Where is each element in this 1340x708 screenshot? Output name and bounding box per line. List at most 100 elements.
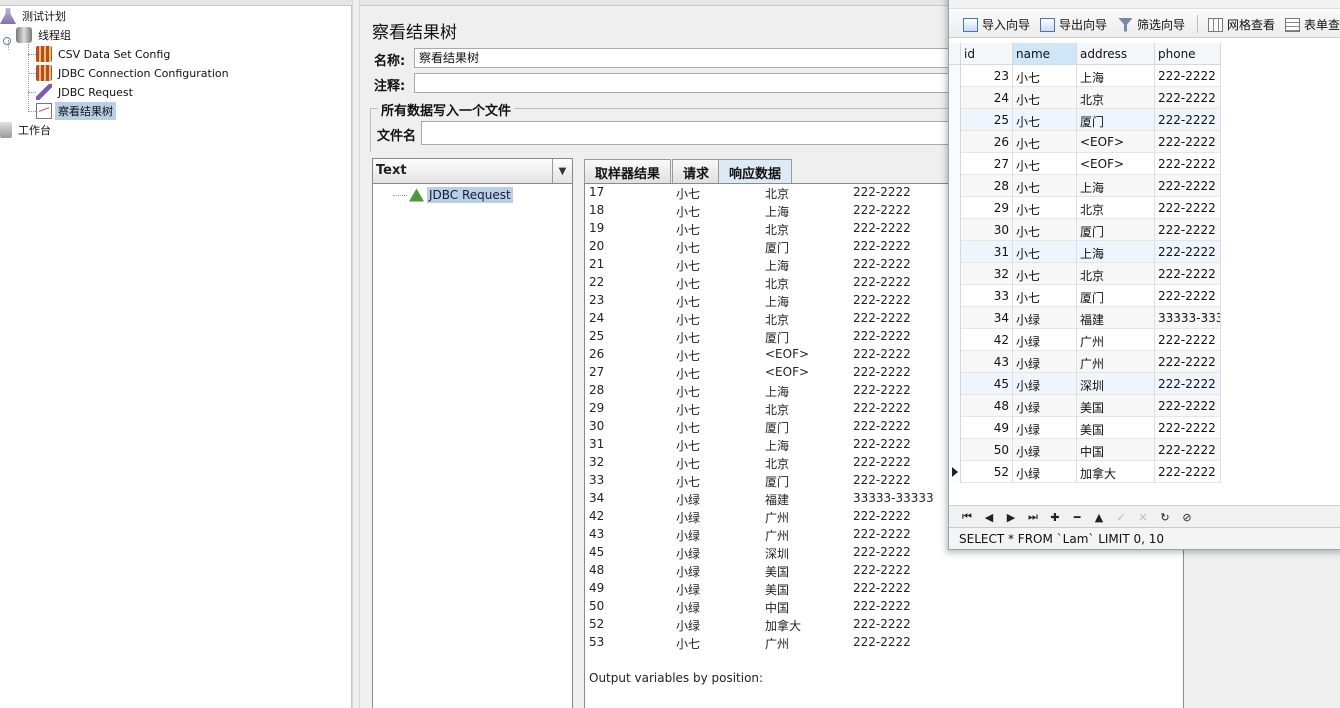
table-row[interactable]: 45 小绿 深圳 222-2222 bbox=[949, 373, 1221, 395]
cell-id[interactable]: 28 bbox=[961, 175, 1013, 197]
table-row[interactable]: 27 小七 <EOF> 222-2222 bbox=[949, 153, 1221, 175]
test-plan-tree[interactable]: 测试计划 线程组 CSV Data Set Config JDBC Connec… bbox=[0, 0, 352, 708]
apply-button[interactable]: ✓ bbox=[1113, 509, 1129, 525]
cell-phone[interactable]: 222-2222 bbox=[1155, 417, 1221, 439]
export-wizard-button[interactable]: 导出向导 bbox=[1040, 16, 1107, 33]
cell-id[interactable]: 49 bbox=[961, 417, 1013, 439]
cell-name[interactable]: 小绿 bbox=[1013, 461, 1077, 483]
table-row[interactable]: 49 小绿 美国 222-2222 bbox=[949, 417, 1221, 439]
cell-name[interactable]: 小七 bbox=[1013, 219, 1077, 241]
table-row[interactable]: 52 小绿 加拿大 222-2222 bbox=[949, 461, 1221, 483]
cell-phone[interactable]: 222-2222 bbox=[1155, 175, 1221, 197]
row-indicator[interactable] bbox=[949, 65, 961, 87]
tab-sampler-result[interactable]: 取样器结果 bbox=[584, 159, 672, 183]
cell-address[interactable]: 厦门 bbox=[1077, 109, 1155, 131]
cell-id[interactable]: 33 bbox=[961, 285, 1013, 307]
row-indicator[interactable] bbox=[949, 461, 961, 483]
dropdown-arrow-icon[interactable]: ▼ bbox=[552, 159, 572, 183]
cell-name[interactable]: 小七 bbox=[1013, 285, 1077, 307]
table-row[interactable]: 48 小绿 美国 222-2222 bbox=[949, 395, 1221, 417]
row-indicator[interactable] bbox=[949, 175, 961, 197]
table-row[interactable]: 30 小七 厦门 222-2222 bbox=[949, 219, 1221, 241]
cell-id[interactable]: 23 bbox=[961, 65, 1013, 87]
row-indicator[interactable] bbox=[949, 417, 961, 439]
row-indicator[interactable] bbox=[949, 395, 961, 417]
add-record-button[interactable]: ✚ bbox=[1047, 509, 1063, 525]
table-row[interactable]: 26 小七 <EOF> 222-2222 bbox=[949, 131, 1221, 153]
column-header-id[interactable]: id bbox=[961, 43, 1013, 65]
table-row[interactable]: 24 小七 北京 222-2222 bbox=[949, 87, 1221, 109]
cell-phone[interactable]: 222-2222 bbox=[1155, 461, 1221, 483]
table-row[interactable]: 25 小七 厦门 222-2222 bbox=[949, 109, 1221, 131]
cell-id[interactable]: 48 bbox=[961, 395, 1013, 417]
tree-item-jdbc-request[interactable]: JDBC Request bbox=[36, 83, 136, 101]
table-row[interactable]: 29 小七 北京 222-2222 bbox=[949, 197, 1221, 219]
cell-name[interactable]: 小绿 bbox=[1013, 307, 1077, 329]
column-header-name[interactable]: name bbox=[1013, 43, 1077, 65]
first-record-button[interactable]: ⏮ bbox=[959, 509, 975, 525]
cell-name[interactable]: 小绿 bbox=[1013, 417, 1077, 439]
tab-response-data[interactable]: 响应数据 bbox=[718, 159, 793, 183]
tree-item-test-plan[interactable]: 测试计划 bbox=[0, 7, 69, 25]
row-indicator[interactable] bbox=[949, 329, 961, 351]
cell-id[interactable]: 45 bbox=[961, 373, 1013, 395]
cell-id[interactable]: 43 bbox=[961, 351, 1013, 373]
last-record-button[interactable]: ⏭ bbox=[1025, 509, 1041, 525]
cell-phone[interactable]: 222-2222 bbox=[1155, 263, 1221, 285]
cell-phone[interactable]: 222-2222 bbox=[1155, 329, 1221, 351]
cell-name[interactable]: 小七 bbox=[1013, 263, 1077, 285]
cell-address[interactable]: 上海 bbox=[1077, 241, 1155, 263]
cell-address[interactable]: 北京 bbox=[1077, 263, 1155, 285]
cell-address[interactable]: 福建 bbox=[1077, 307, 1155, 329]
cell-address[interactable]: 美国 bbox=[1077, 395, 1155, 417]
data-grid[interactable]: id name address phone 23 小七 上海 222-2222 24 小七… bbox=[949, 43, 1340, 505]
grid-view-button[interactable]: 网格查看 bbox=[1208, 16, 1275, 33]
row-indicator[interactable] bbox=[949, 197, 961, 219]
cell-phone[interactable]: 222-2222 bbox=[1155, 219, 1221, 241]
cell-phone[interactable]: 222-2222 bbox=[1155, 395, 1221, 417]
row-indicator[interactable] bbox=[949, 285, 961, 307]
row-indicator[interactable] bbox=[949, 153, 961, 175]
cell-address[interactable]: 厦门 bbox=[1077, 219, 1155, 241]
tree-item-workbench[interactable]: 工作台 bbox=[0, 121, 54, 139]
cell-name[interactable]: 小七 bbox=[1013, 241, 1077, 263]
row-indicator[interactable] bbox=[949, 87, 961, 109]
cell-id[interactable]: 34 bbox=[961, 307, 1013, 329]
table-row[interactable]: 34 小绿 福建 33333-333 bbox=[949, 307, 1221, 329]
cell-phone[interactable]: 222-2222 bbox=[1155, 87, 1221, 109]
renderer-select[interactable]: Text ▼ bbox=[373, 159, 572, 184]
cell-phone[interactable]: 222-2222 bbox=[1155, 241, 1221, 263]
cell-phone[interactable]: 222-2222 bbox=[1155, 131, 1221, 153]
cell-address[interactable]: 广州 bbox=[1077, 351, 1155, 373]
table-row[interactable]: 50 小绿 中国 222-2222 bbox=[949, 439, 1221, 461]
cell-name[interactable]: 小绿 bbox=[1013, 373, 1077, 395]
tree-item-thread-group[interactable]: 线程组 bbox=[16, 26, 74, 44]
cell-address[interactable]: <EOF> bbox=[1077, 131, 1155, 153]
table-row[interactable]: 43 小绿 广州 222-2222 bbox=[949, 351, 1221, 373]
cell-id[interactable]: 31 bbox=[961, 241, 1013, 263]
import-wizard-button[interactable]: 导入向导 bbox=[963, 16, 1030, 33]
form-view-button[interactable]: 表单查 bbox=[1285, 16, 1340, 33]
row-indicator[interactable] bbox=[949, 219, 961, 241]
cell-address[interactable]: 厦门 bbox=[1077, 285, 1155, 307]
column-header-address[interactable]: address bbox=[1077, 43, 1155, 65]
cell-id[interactable]: 27 bbox=[961, 153, 1013, 175]
cell-address[interactable]: 深圳 bbox=[1077, 373, 1155, 395]
cell-phone[interactable]: 33333-333 bbox=[1155, 307, 1221, 329]
cell-id[interactable]: 42 bbox=[961, 329, 1013, 351]
row-indicator[interactable] bbox=[949, 109, 961, 131]
cell-phone[interactable]: 222-2222 bbox=[1155, 65, 1221, 87]
tree-item-csv-config[interactable]: CSV Data Set Config bbox=[36, 45, 173, 63]
cell-id[interactable]: 50 bbox=[961, 439, 1013, 461]
tree-item-view-results-tree[interactable]: 察看结果树 bbox=[36, 102, 116, 120]
cell-address[interactable]: 北京 bbox=[1077, 87, 1155, 109]
pane-splitter[interactable] bbox=[352, 0, 360, 708]
cell-name[interactable]: 小七 bbox=[1013, 87, 1077, 109]
delete-record-button[interactable]: ━ bbox=[1069, 509, 1085, 525]
cell-name[interactable]: 小绿 bbox=[1013, 329, 1077, 351]
cell-id[interactable]: 30 bbox=[961, 219, 1013, 241]
cell-address[interactable]: 加拿大 bbox=[1077, 461, 1155, 483]
sample-result-node[interactable]: JDBC Request bbox=[393, 187, 513, 203]
edit-record-button[interactable]: ▲ bbox=[1091, 509, 1107, 525]
cell-phone[interactable]: 222-2222 bbox=[1155, 439, 1221, 461]
